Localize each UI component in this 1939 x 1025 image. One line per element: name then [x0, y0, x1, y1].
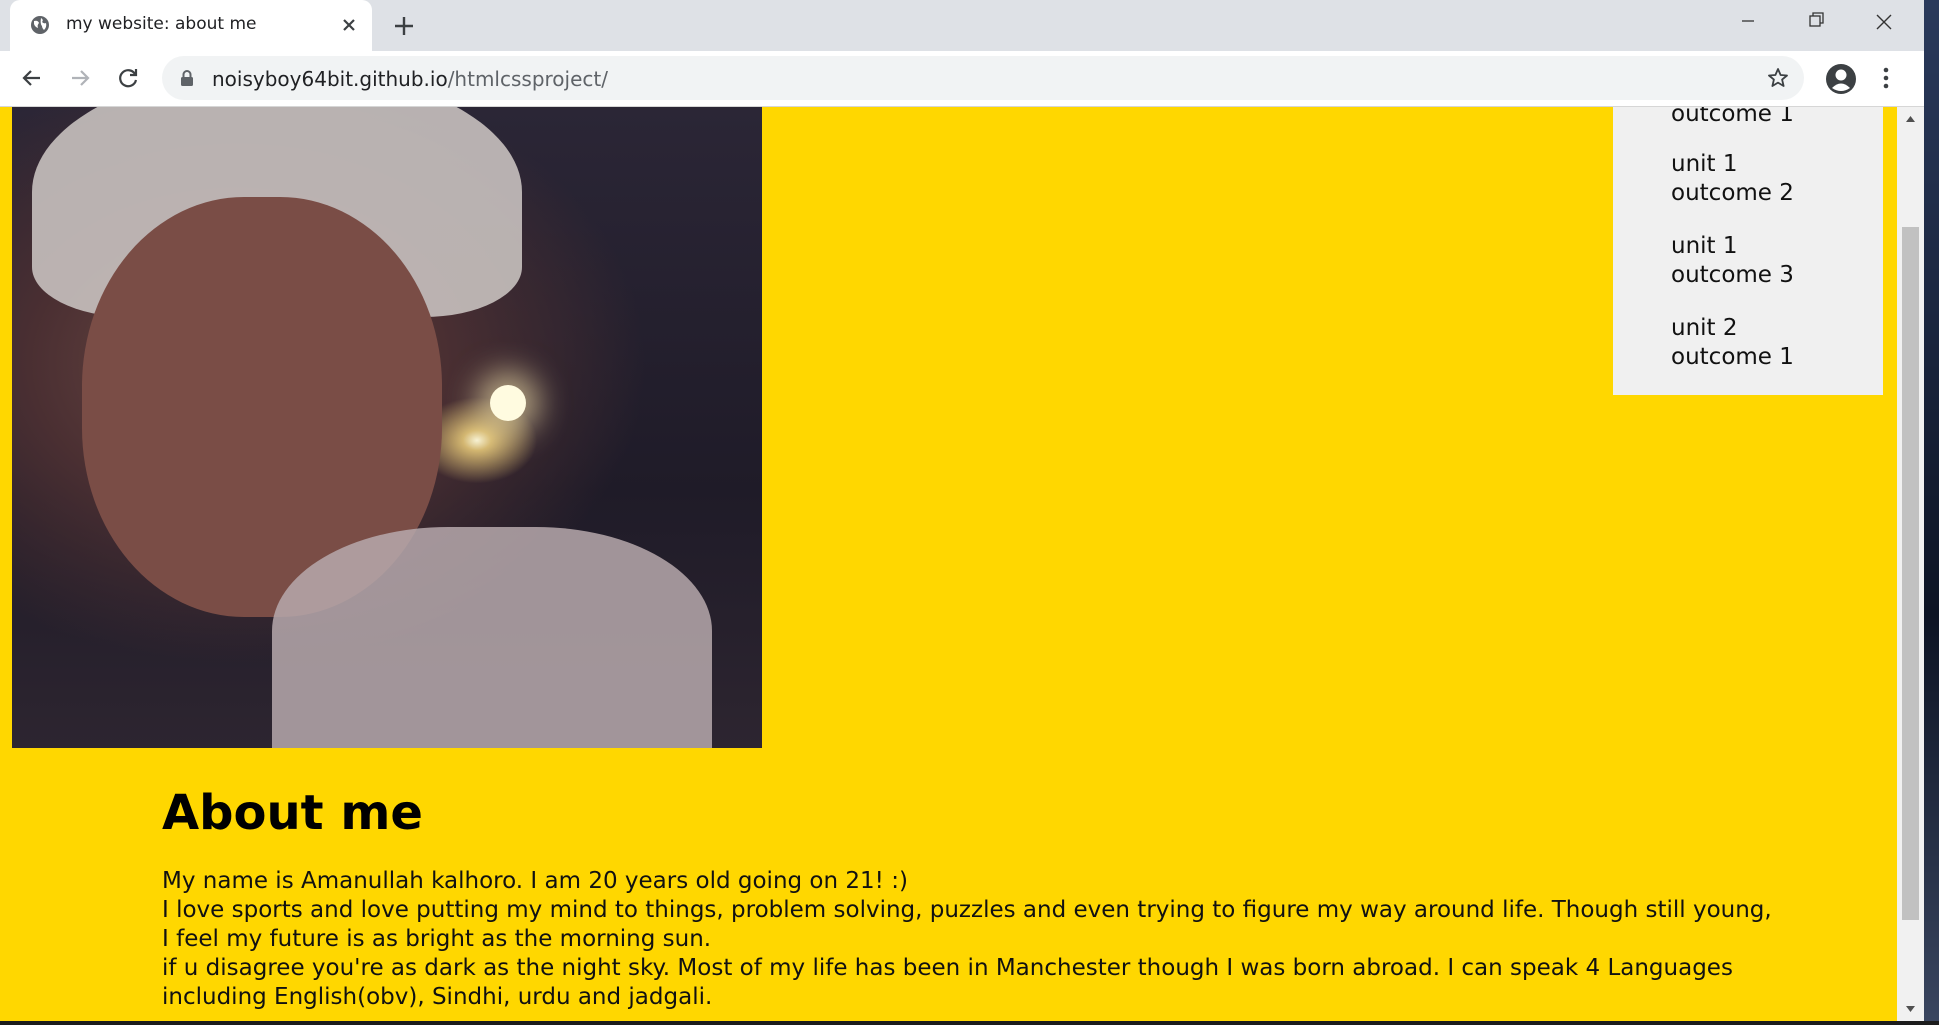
new-tab-icon[interactable] — [390, 12, 418, 40]
page-viewport: outcome 1 unit 1 outcome 2 unit 1 outcom… — [0, 107, 1897, 1021]
side-navigation: outcome 1 unit 1 outcome 2 unit 1 outcom… — [1613, 107, 1883, 395]
nav-link-unit2-outcome1[interactable]: unit 2 outcome 1 — [1671, 314, 1871, 372]
bio-line: My name is Amanullah kalhoro. I am 20 ye… — [162, 868, 908, 894]
tab-title: my website: about me — [66, 14, 257, 34]
browser-tab[interactable]: my website: about me — [10, 0, 372, 51]
nav-link-line: outcome 1 — [1671, 107, 1794, 127]
about-section: About me My name is Amanullah kalhoro. I… — [162, 783, 1772, 1012]
bio-line: I feel my future is as bright as the mor… — [162, 926, 712, 952]
nav-link-line: unit 2 — [1671, 315, 1738, 341]
desktop-background — [1924, 0, 1939, 1025]
nav-link-line: outcome 1 — [1671, 344, 1794, 370]
bio-line: if u disagree you're as dark as the nigh… — [162, 955, 1733, 981]
scroll-up-arrow-icon[interactable] — [1897, 107, 1924, 131]
restore-icon[interactable] — [1785, 0, 1847, 44]
scrollbar-thumb[interactable] — [1902, 227, 1919, 920]
lock-icon[interactable] — [178, 69, 196, 87]
address-bar[interactable]: noisyboy64bit.github.io/htmlcssproject/ — [162, 56, 1804, 100]
close-window-icon[interactable] — [1853, 0, 1915, 44]
close-tab-icon[interactable] — [338, 14, 360, 36]
profile-photo — [12, 107, 762, 748]
bio-paragraph: My name is Amanullah kalhoro. I am 20 ye… — [162, 867, 1772, 1012]
photo-streetlight — [490, 385, 526, 421]
nav-link-line: unit 1 — [1671, 233, 1738, 259]
forward-arrow-icon[interactable] — [66, 64, 94, 92]
url-text[interactable]: noisyboy64bit.github.io/htmlcssproject/ — [212, 67, 608, 91]
scroll-down-arrow-icon[interactable] — [1897, 997, 1924, 1021]
minimize-icon[interactable] — [1717, 0, 1779, 44]
bookmark-star-icon[interactable] — [1766, 66, 1790, 90]
back-arrow-icon[interactable] — [18, 64, 46, 92]
more-menu-icon[interactable] — [1872, 64, 1900, 92]
vertical-scrollbar[interactable] — [1897, 107, 1924, 1021]
nav-link-line: outcome 3 — [1671, 262, 1794, 288]
nav-link-line: unit 1 — [1671, 151, 1738, 177]
nav-link-line: outcome 2 — [1671, 180, 1794, 206]
url-path: /htmlcssproject/ — [447, 67, 608, 91]
url-host: noisyboy64bit.github.io — [212, 67, 448, 91]
bio-line: I love sports and love putting my mind t… — [162, 897, 1772, 923]
nav-link-unit1-outcome3[interactable]: unit 1 outcome 3 — [1671, 232, 1871, 290]
nav-link-unit1-outcome2[interactable]: unit 1 outcome 2 — [1671, 150, 1871, 208]
tab-strip: my website: about me — [0, 0, 1924, 51]
photo-hood — [272, 527, 712, 748]
globe-icon — [31, 16, 49, 34]
nav-link-unit1-outcome1[interactable]: outcome 1 — [1671, 107, 1871, 129]
browser-toolbar: noisyboy64bit.github.io/htmlcssproject/ — [0, 51, 1924, 107]
bio-line: including English(obv), Sindhi, urdu and… — [162, 984, 713, 1010]
profile-avatar-icon[interactable] — [1824, 62, 1858, 96]
reload-icon[interactable] — [114, 64, 142, 92]
taskbar-edge — [0, 1021, 1939, 1025]
page-title: About me — [162, 785, 423, 841]
